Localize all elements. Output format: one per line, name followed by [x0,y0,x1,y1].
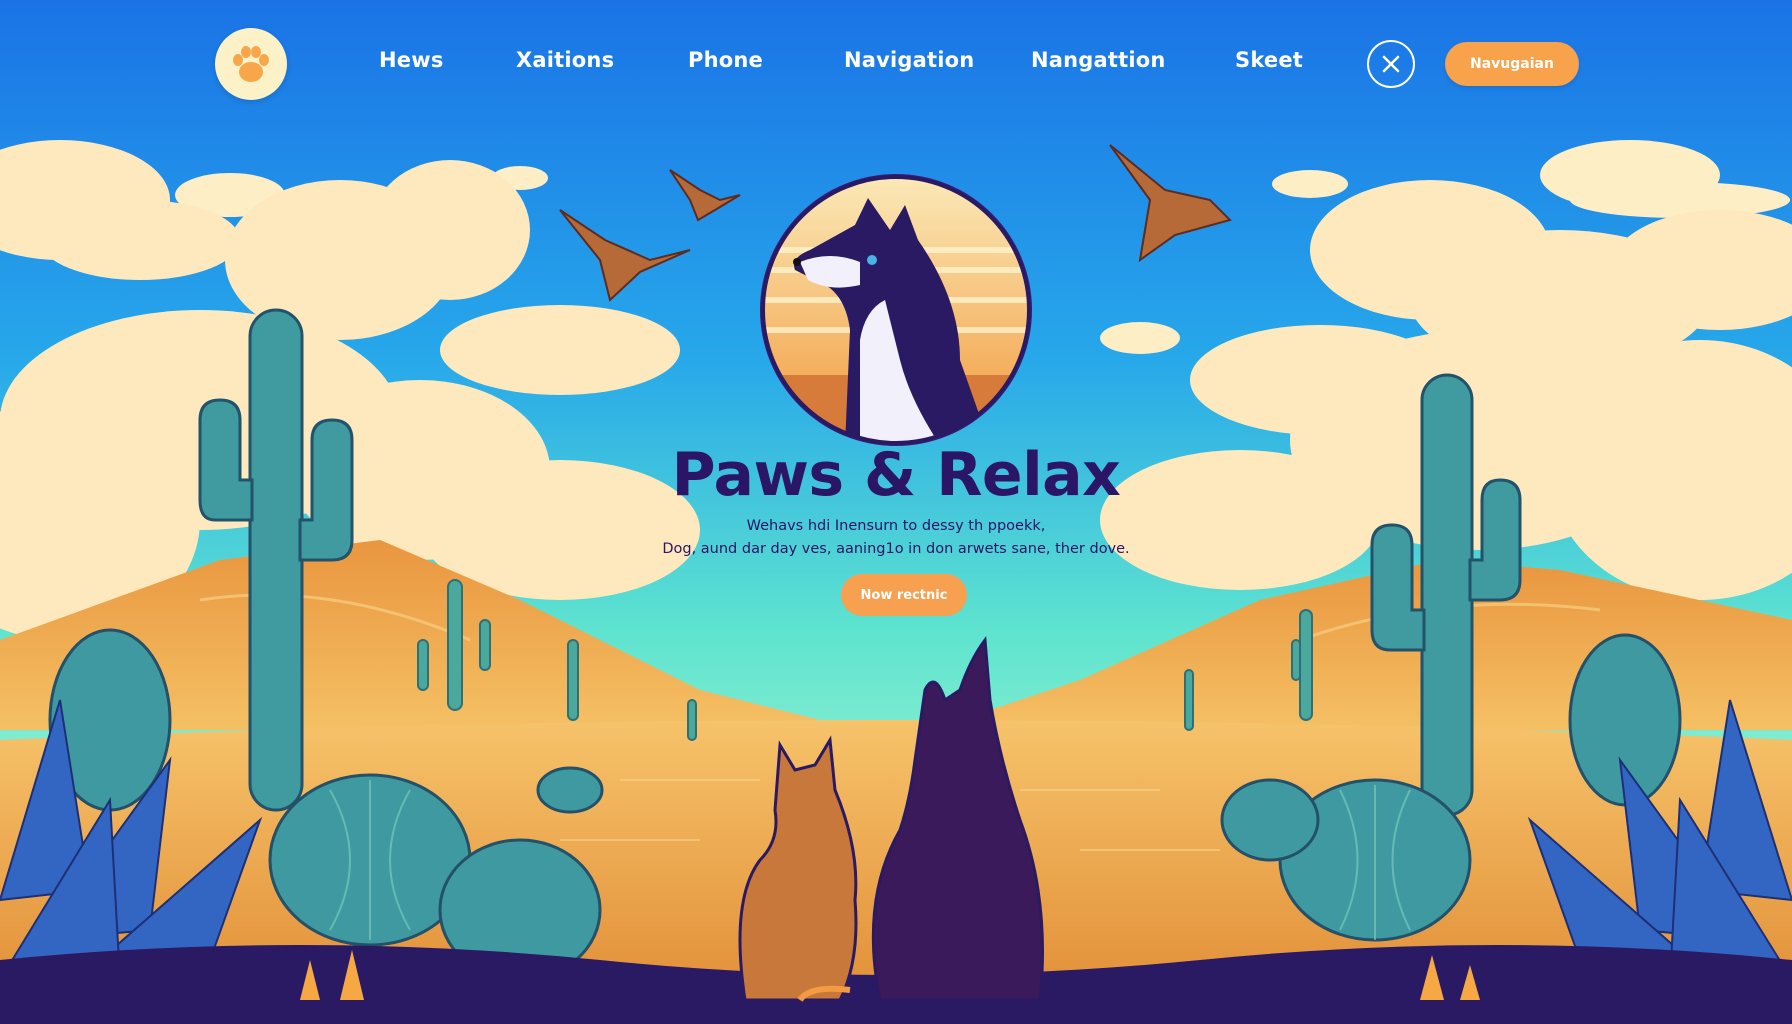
hero-cta-button[interactable]: Now rectnic [841,574,967,616]
nav-link-nangattion[interactable]: Nangattion [1031,48,1166,72]
nav-link-xaitions[interactable]: Xaitions [516,48,614,72]
hero-title: Paws & Relax [671,440,1121,510]
hero-subtitle-line-1: Wehavs hdi Inensurn to dessy th ppoekk, [746,518,1046,534]
navigation-cta-button[interactable]: Navugaian [1445,42,1579,86]
close-button[interactable] [1367,40,1415,88]
nav-link-phone[interactable]: Phone [688,48,763,72]
top-navigation: Hews Xaitions Phone Navigation Nangattio… [0,0,1792,130]
hero-subtitle-line-2: Dog, aund dar day ves, aaning1o in don a… [662,541,1130,557]
logo[interactable] [215,28,287,100]
nav-link-skeet[interactable]: Skeet [1235,48,1303,72]
desert-scene-illustration [0,0,1792,1024]
nav-link-hews[interactable]: Hews [379,48,444,72]
paw-icon [233,46,269,82]
close-icon [1382,55,1400,73]
nav-link-navigation[interactable]: Navigation [844,48,974,72]
